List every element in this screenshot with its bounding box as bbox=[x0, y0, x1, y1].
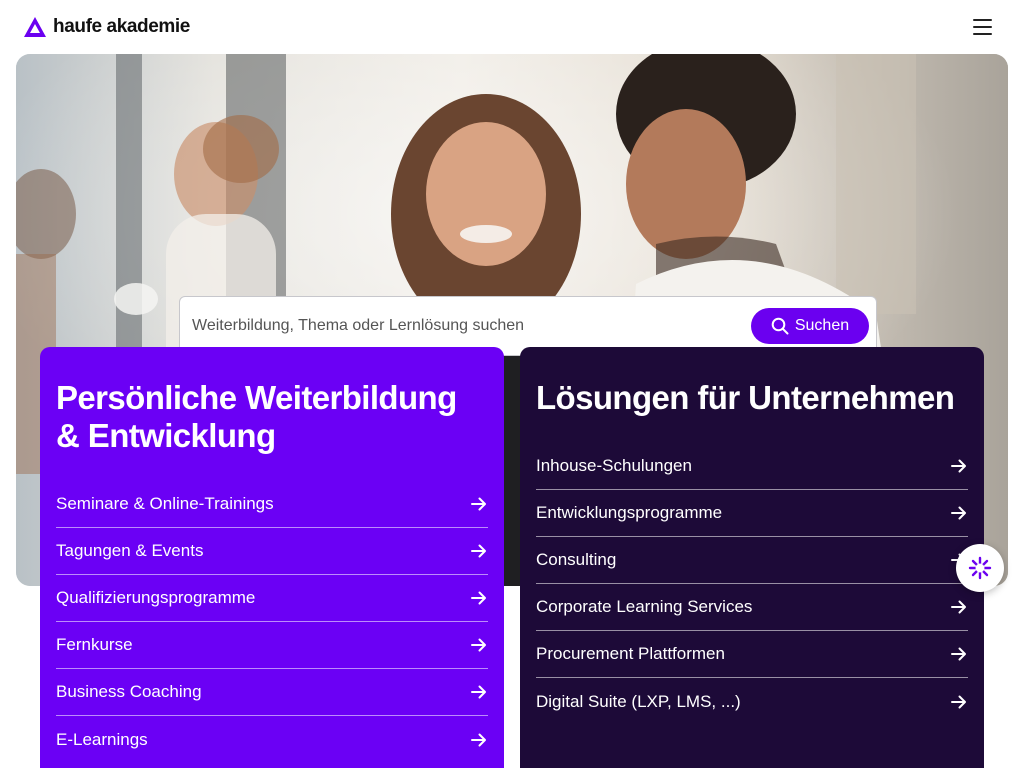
personal-link-list: Seminare & Online-Trainings Tagungen & E… bbox=[56, 481, 488, 763]
link-label: Fernkurse bbox=[56, 635, 133, 654]
arrow-right-icon bbox=[951, 506, 966, 520]
arrow-right-icon bbox=[951, 600, 966, 614]
personal-link-elearnings[interactable]: E-Learnings bbox=[56, 716, 488, 763]
business-link-list: Inhouse-Schulungen Entwicklungsprogramme… bbox=[536, 443, 968, 725]
link-label: Tagungen & Events bbox=[56, 541, 204, 560]
link-label: Consulting bbox=[536, 550, 617, 569]
arrow-right-icon bbox=[471, 638, 486, 652]
site-header: haufe akademie bbox=[0, 0, 1024, 54]
personal-link-qualifizierung[interactable]: Qualifizierungsprogramme bbox=[56, 575, 488, 622]
business-link-consulting[interactable]: Consulting bbox=[536, 537, 968, 584]
link-label: Corporate Learning Services bbox=[536, 597, 753, 616]
arrow-right-icon bbox=[471, 591, 486, 605]
link-label: Business Coaching bbox=[56, 682, 202, 701]
personal-link-coaching[interactable]: Business Coaching bbox=[56, 669, 488, 716]
arrow-right-icon bbox=[471, 497, 486, 511]
arrow-right-icon bbox=[951, 647, 966, 661]
haufe-akademie-logo[interactable]: haufe akademie bbox=[23, 16, 190, 38]
search-button[interactable]: Suchen bbox=[751, 308, 869, 344]
link-label: Digital Suite (LXP, LMS, ...) bbox=[536, 691, 741, 711]
business-link-digital-suite[interactable]: Digital Suite (LXP, LMS, ...) bbox=[536, 678, 968, 725]
link-label: Procurement Plattformen bbox=[536, 644, 725, 663]
link-label: Inhouse-Schulungen bbox=[536, 456, 692, 475]
arrow-right-icon bbox=[951, 459, 966, 473]
business-link-entwicklung[interactable]: Entwicklungsprogramme bbox=[536, 490, 968, 537]
business-link-corporate-learning[interactable]: Corporate Learning Services bbox=[536, 584, 968, 631]
arrow-right-icon bbox=[471, 544, 486, 558]
personal-card-title: Persönliche Weiterbildung & Entwicklung bbox=[56, 379, 457, 454]
business-solutions-card: Lösungen für Unternehmen Inhouse-Schulun… bbox=[520, 347, 984, 768]
link-label: E-Learnings bbox=[56, 729, 148, 749]
chat-assistant-icon bbox=[968, 556, 992, 580]
business-link-inhouse[interactable]: Inhouse-Schulungen bbox=[536, 443, 968, 490]
logo-text: haufe akademie bbox=[53, 16, 190, 37]
business-link-procurement[interactable]: Procurement Plattformen bbox=[536, 631, 968, 678]
personal-link-tagungen[interactable]: Tagungen & Events bbox=[56, 528, 488, 575]
link-label: Qualifizierungsprogramme bbox=[56, 588, 256, 607]
search-icon bbox=[771, 317, 789, 335]
personal-link-seminare[interactable]: Seminare & Online-Trainings bbox=[56, 481, 488, 528]
logo-mark-icon bbox=[24, 17, 46, 37]
link-label: Entwicklungsprogramme bbox=[536, 503, 723, 522]
hamburger-menu-icon[interactable] bbox=[968, 15, 996, 39]
search-button-label: Suchen bbox=[794, 317, 850, 334]
arrow-right-icon bbox=[471, 685, 486, 699]
link-label: Seminare & Online-Trainings bbox=[56, 494, 274, 513]
chat-assistant-button[interactable] bbox=[956, 544, 1004, 592]
personal-link-fernkurse[interactable]: Fernkurse bbox=[56, 622, 488, 669]
business-card-title: Lösungen für Unternehmen bbox=[536, 379, 955, 416]
arrow-right-icon bbox=[471, 733, 486, 746]
personal-development-card: Persönliche Weiterbildung & Entwicklung … bbox=[40, 347, 504, 768]
arrow-right-icon bbox=[951, 695, 966, 708]
